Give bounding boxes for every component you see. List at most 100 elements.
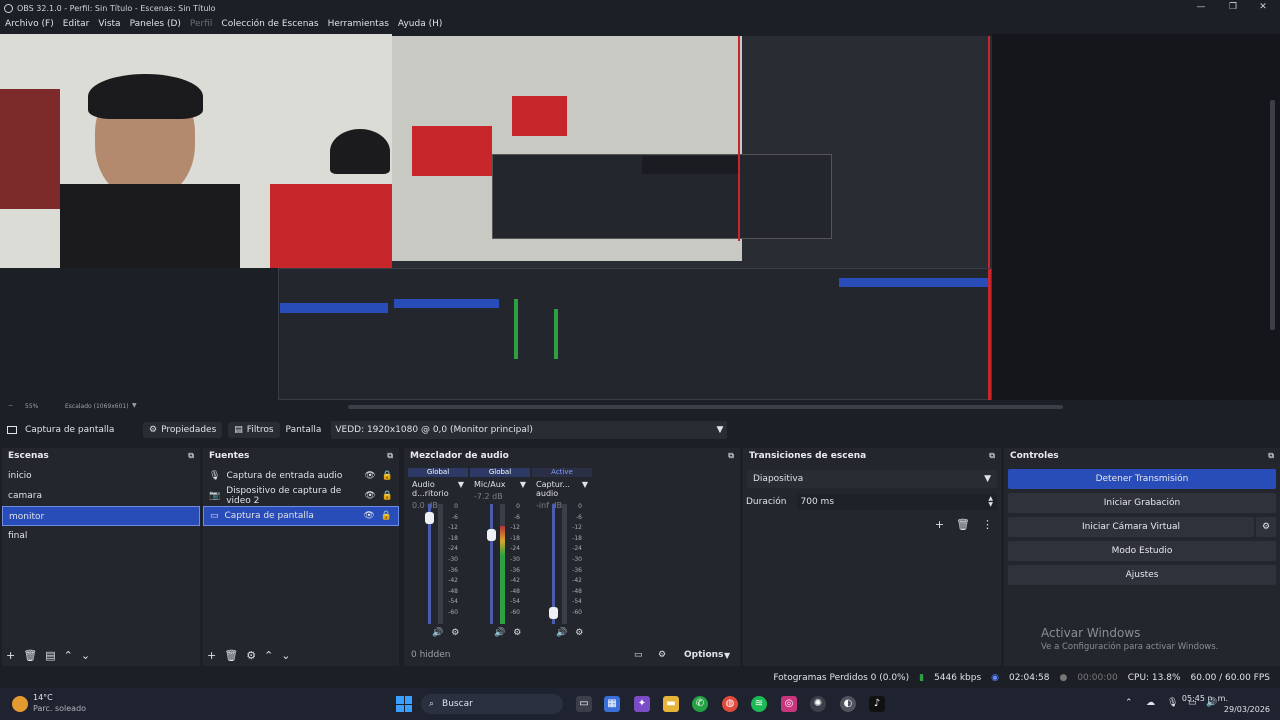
preview-canvas[interactable] <box>0 34 1280 400</box>
add-icon[interactable]: + <box>935 518 944 531</box>
instagram-icon[interactable]: ◎ <box>781 696 797 712</box>
search-placeholder: Buscar <box>442 699 473 709</box>
chevron-down-icon[interactable]: ▼ <box>458 480 464 498</box>
scene-item-final[interactable]: final <box>2 526 200 546</box>
whatsapp-icon[interactable]: ✆ <box>692 696 708 712</box>
source-item-screen[interactable]: ▭ Captura de pantalla 👁 🔒 <box>203 506 399 526</box>
add-icon[interactable]: + <box>207 649 216 662</box>
volume-fader[interactable] <box>549 504 558 624</box>
menu-docks[interactable]: Paneles (D) <box>130 19 181 29</box>
menu-tools[interactable]: Herramientas <box>328 19 389 29</box>
activation-watermark: Activar Windows Ve a Configuración para … <box>1041 626 1218 652</box>
options-button[interactable]: Options <box>684 650 723 660</box>
start-recording-button[interactable]: Iniciar Grabación <box>1008 493 1276 513</box>
settings-icon[interactable]: ⚙ <box>513 628 521 638</box>
taskbar-search[interactable]: ⌕ Buscar <box>421 694 563 714</box>
settings-icon[interactable]: ⚙ <box>451 628 459 638</box>
undock-icon[interactable]: ⧉ <box>387 451 393 461</box>
add-icon[interactable]: + <box>6 649 15 662</box>
volume-icon[interactable]: 🔊 <box>1206 698 1217 708</box>
gear-icon[interactable]: ⚙ <box>1256 517 1276 537</box>
folder-icon[interactable]: ▬ <box>663 696 679 712</box>
eye-icon[interactable]: 👁 <box>364 471 375 481</box>
mixer-settings-icon[interactable]: ⚙ <box>658 650 666 660</box>
tiktok-icon[interactable]: ♪ <box>869 696 885 712</box>
scene-item-inicio[interactable]: inicio <box>2 466 200 486</box>
chevron-down-icon[interactable]: ▼ <box>520 480 526 489</box>
properties-button[interactable]: ⚙ Propiedades <box>143 422 223 438</box>
chevron-down-icon[interactable]: ⌄ <box>81 649 90 662</box>
fader-handle[interactable] <box>487 528 496 541</box>
chatgpt-icon[interactable]: ✺ <box>810 696 826 712</box>
obs-taskbar-icon[interactable]: ◐ <box>840 696 856 712</box>
scene-item-monitor[interactable]: monitor <box>2 506 200 526</box>
tray-chevron-up-icon[interactable]: ⌃ <box>1125 698 1133 708</box>
menu-scene-collection[interactable]: Colección de Escenas <box>221 19 318 29</box>
close-button[interactable]: ✕ <box>1246 0 1280 16</box>
spotify-icon[interactable]: ≋ <box>751 696 767 712</box>
lock-icon[interactable]: 🔒 <box>382 471 393 481</box>
chrome-icon[interactable]: ◍ <box>722 696 738 712</box>
gear-icon[interactable]: ⚙ <box>246 649 256 662</box>
undock-icon[interactable]: ⧉ <box>989 451 995 461</box>
display-select[interactable]: VEDD: 1920x1080 @ 0,0 (Monitor principal… <box>331 421 728 439</box>
maximize-button[interactable]: ❐ <box>1216 0 1250 16</box>
undock-icon[interactable]: ⧉ <box>188 451 194 461</box>
mixer-tab[interactable]: Active <box>532 468 592 477</box>
lock-icon[interactable]: 🔒 <box>382 491 393 501</box>
menu-help[interactable]: Ayuda (H) <box>398 19 442 29</box>
trash-icon[interactable]: 🗑 <box>956 518 970 531</box>
copilot-icon[interactable]: ✦ <box>634 696 650 712</box>
chevron-down-icon[interactable]: ⌄ <box>281 649 290 662</box>
mixer-tab[interactable]: Global <box>470 468 530 477</box>
chevron-up-icon[interactable]: ⌃ <box>64 649 73 662</box>
scene-item-camara[interactable]: camara <box>2 486 200 506</box>
cloud-icon[interactable]: ☁ <box>1146 698 1155 708</box>
trash-icon[interactable]: 🗑 <box>23 649 37 662</box>
filter-icon[interactable]: ▤ <box>45 649 55 662</box>
microphone-icon[interactable]: 🎙 <box>1167 698 1178 708</box>
volume-fader[interactable] <box>487 504 496 624</box>
duration-input[interactable]: 700 ms ▲ ▼ <box>796 494 997 510</box>
mixer-tab[interactable]: Global <box>408 468 468 477</box>
trash-icon[interactable]: 🗑 <box>224 649 238 662</box>
eye-icon[interactable]: 👁 <box>364 491 375 501</box>
more-icon[interactable]: ⋮ <box>982 518 993 531</box>
menu-file[interactable]: Archivo (F) <box>5 19 54 29</box>
stop-streaming-button[interactable]: Detener Transmisión <box>1008 469 1276 489</box>
fader-handle[interactable] <box>549 606 558 619</box>
undock-icon[interactable]: ⧉ <box>728 451 734 461</box>
chevron-up-icon[interactable]: ⌃ <box>264 649 273 662</box>
store-icon[interactable]: ▦ <box>604 696 620 712</box>
menu-edit[interactable]: Editar <box>63 19 90 29</box>
speaker-icon[interactable]: 🔊 <box>494 628 505 638</box>
spinner-icon[interactable]: ▲ ▼ <box>988 496 993 508</box>
lock-icon[interactable]: 🔒 <box>381 511 392 521</box>
network-icon[interactable]: ▭ <box>1188 698 1197 708</box>
windows-start-icon[interactable] <box>396 696 412 712</box>
speaker-icon[interactable]: 🔊 <box>432 628 443 638</box>
start-virtual-camera-button[interactable]: Iniciar Cámara Virtual <box>1008 517 1254 537</box>
transition-select[interactable]: Diapositiva ▼ <box>747 470 997 488</box>
speaker-icon[interactable]: 🔊 <box>556 628 567 638</box>
zoom-minus-icon[interactable]: − <box>8 402 13 409</box>
layout-icon[interactable]: ▭ <box>634 650 643 660</box>
preview-vertical-scrollbar[interactable] <box>1270 100 1275 330</box>
settings-button[interactable]: Ajustes <box>1008 565 1276 585</box>
eye-icon[interactable]: 👁 <box>363 511 374 521</box>
chevron-down-icon[interactable]: ▼ <box>724 651 730 660</box>
volume-fader[interactable] <box>425 504 434 624</box>
chevron-down-icon[interactable]: ▼ <box>582 480 588 498</box>
source-item-video[interactable]: 📷 Dispositivo de captura de video 2 👁 🔒 <box>203 486 399 506</box>
studio-mode-button[interactable]: Modo Estudio <box>1008 541 1276 561</box>
fader-handle[interactable] <box>425 511 434 524</box>
menu-view[interactable]: Vista <box>98 19 120 29</box>
undock-icon[interactable]: ⧉ <box>1268 451 1274 461</box>
source-item-audio[interactable]: 🎙 Captura de entrada audio 👁 🔒 <box>203 466 399 486</box>
task-view-icon[interactable]: ▭ <box>576 696 592 712</box>
settings-icon[interactable]: ⚙ <box>575 628 583 638</box>
filters-button[interactable]: ▤ Filtros <box>228 422 280 438</box>
scale-dropdown-icon[interactable]: ▼ <box>132 402 137 409</box>
minimize-button[interactable]: — <box>1184 0 1218 16</box>
preview-horizontal-scrollbar[interactable] <box>348 405 1063 409</box>
